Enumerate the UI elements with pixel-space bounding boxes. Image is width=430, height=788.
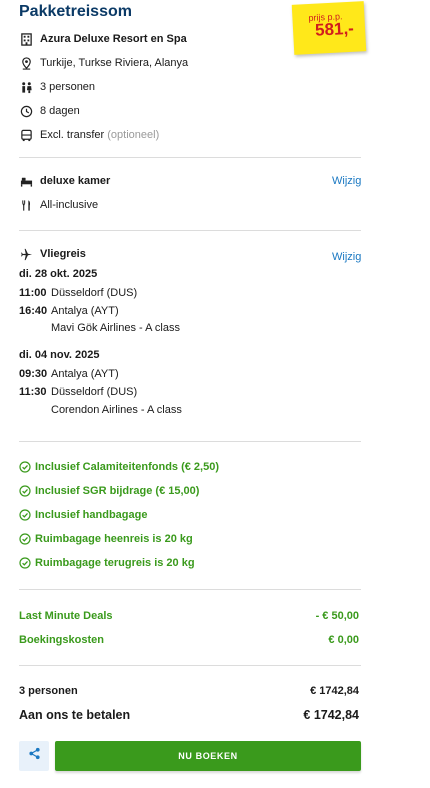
board-text: All-inclusive (40, 199, 99, 211)
inclusion-item: Inclusief handbagage (19, 507, 147, 523)
check-circle-icon (19, 461, 31, 473)
duration-text: 8 dagen (40, 105, 80, 117)
hotel-name: Azura Deluxe Resort en Spa (40, 33, 187, 45)
pay-total-row: Aan ons te betalen € 1742,84 (19, 708, 359, 722)
cost-row: Boekingskosten € 0,00 (19, 634, 359, 646)
room-row: deluxe kamer (19, 173, 110, 189)
persons-total-label: 3 personen (19, 685, 78, 697)
location-pin-icon (19, 56, 33, 70)
divider (19, 230, 361, 231)
outbound-dep-time: 11:00 (19, 287, 47, 299)
divider (19, 441, 361, 442)
inclusion-item: Inclusief SGR bijdrage (€ 15,00) (19, 483, 199, 499)
check-circle-icon (19, 485, 31, 497)
cost-row: Last Minute Deals - € 50,00 (19, 610, 359, 622)
divider (19, 157, 361, 158)
cost-value: € 0,00 (328, 634, 359, 646)
outbound-departure: 11:00 Düsseldorf (DUS) (19, 287, 137, 299)
return-arrival: 11:30 Düsseldorf (DUS) (19, 386, 137, 398)
location-row: Turkije, Turkse Riviera, Alanya (19, 55, 188, 71)
check-circle-icon (19, 509, 31, 521)
outbound-arr-time: 16:40 (19, 305, 48, 317)
room-change-link[interactable]: Wijzig (332, 175, 361, 187)
inclusion-text: Inclusief SGR bijdrage (€ 15,00) (35, 485, 200, 497)
page-title: Pakketreissom (19, 3, 132, 20)
cost-label: Boekingskosten (19, 634, 104, 646)
price-amount: 581,- (314, 18, 355, 40)
inclusion-text: Inclusief Calamiteitenfonds (€ 2,50) (35, 461, 219, 473)
persons-icon (19, 80, 33, 94)
book-now-button[interactable]: NU BOEKEN (55, 741, 361, 771)
clock-icon (19, 104, 33, 118)
location-text: Turkije, Turkse Riviera, Alanya (40, 57, 189, 69)
flight-header: Vliegreis (19, 246, 86, 262)
persons-total-row: 3 personen € 1742,84 (19, 685, 359, 697)
cutlery-icon (19, 198, 33, 212)
bed-icon (19, 174, 33, 188)
transfer-note[interactable]: (optioneel) (107, 129, 159, 141)
outbound-arrival: 16:40 Antalya (AYT) (19, 305, 119, 317)
transfer-row: Excl. transfer (optioneel) (19, 127, 159, 143)
inclusion-item: Inclusief Calamiteitenfonds (€ 2,50) (19, 459, 219, 475)
hotel-row: Azura Deluxe Resort en Spa (19, 31, 187, 47)
outbound-arr-airport: Antalya (AYT) (51, 305, 119, 317)
return-arr-time: 11:30 (19, 386, 47, 398)
return-dep-airport: Antalya (AYT) (51, 368, 119, 380)
inclusion-text: Inclusief handbagage (35, 509, 148, 521)
price-sticker: prijs p.p. 581,- (291, 1, 367, 55)
outbound-dep-airport: Düsseldorf (DUS) (51, 287, 138, 299)
check-circle-icon (19, 557, 31, 569)
check-circle-icon (19, 533, 31, 545)
cost-value: - € 50,00 (315, 610, 359, 622)
return-arr-airport: Düsseldorf (DUS) (51, 386, 138, 398)
board-row: All-inclusive (19, 197, 98, 213)
share-icon (28, 747, 41, 765)
inclusion-text: Ruimbagage heenreis is 20 kg (35, 533, 193, 545)
persons-row: 3 personen (19, 79, 95, 95)
outbound-airline: Mavi Gök Airlines - A class (51, 322, 180, 334)
inclusion-item: Ruimbagage heenreis is 20 kg (19, 531, 193, 547)
return-dep-time: 09:30 (19, 368, 48, 380)
divider (19, 665, 361, 666)
cost-label: Last Minute Deals (19, 610, 113, 622)
building-icon (19, 32, 33, 46)
transfer-text: Excl. transfer (40, 129, 105, 141)
return-airline: Corendon Airlines - A class (51, 404, 182, 416)
inclusion-item: Ruimbagage terugreis is 20 kg (19, 555, 195, 571)
outbound-date: di. 28 okt. 2025 (19, 268, 98, 280)
room-type: deluxe kamer (40, 175, 111, 187)
inclusion-text: Ruimbagage terugreis is 20 kg (35, 557, 195, 569)
duration-row: 8 dagen (19, 103, 80, 119)
bus-icon (19, 128, 33, 142)
share-button[interactable] (19, 741, 49, 771)
persons-text: 3 personen (40, 81, 96, 93)
persons-total-value: € 1742,84 (310, 685, 359, 697)
divider (19, 589, 361, 590)
airplane-icon (19, 247, 33, 261)
flight-title: Vliegreis (40, 248, 86, 260)
return-departure: 09:30 Antalya (AYT) (19, 368, 119, 380)
flight-change-link[interactable]: Wijzig (332, 251, 361, 263)
return-date: di. 04 nov. 2025 (19, 349, 100, 361)
pay-total-label: Aan ons te betalen (19, 708, 131, 722)
pay-total-value: € 1742,84 (303, 708, 359, 722)
